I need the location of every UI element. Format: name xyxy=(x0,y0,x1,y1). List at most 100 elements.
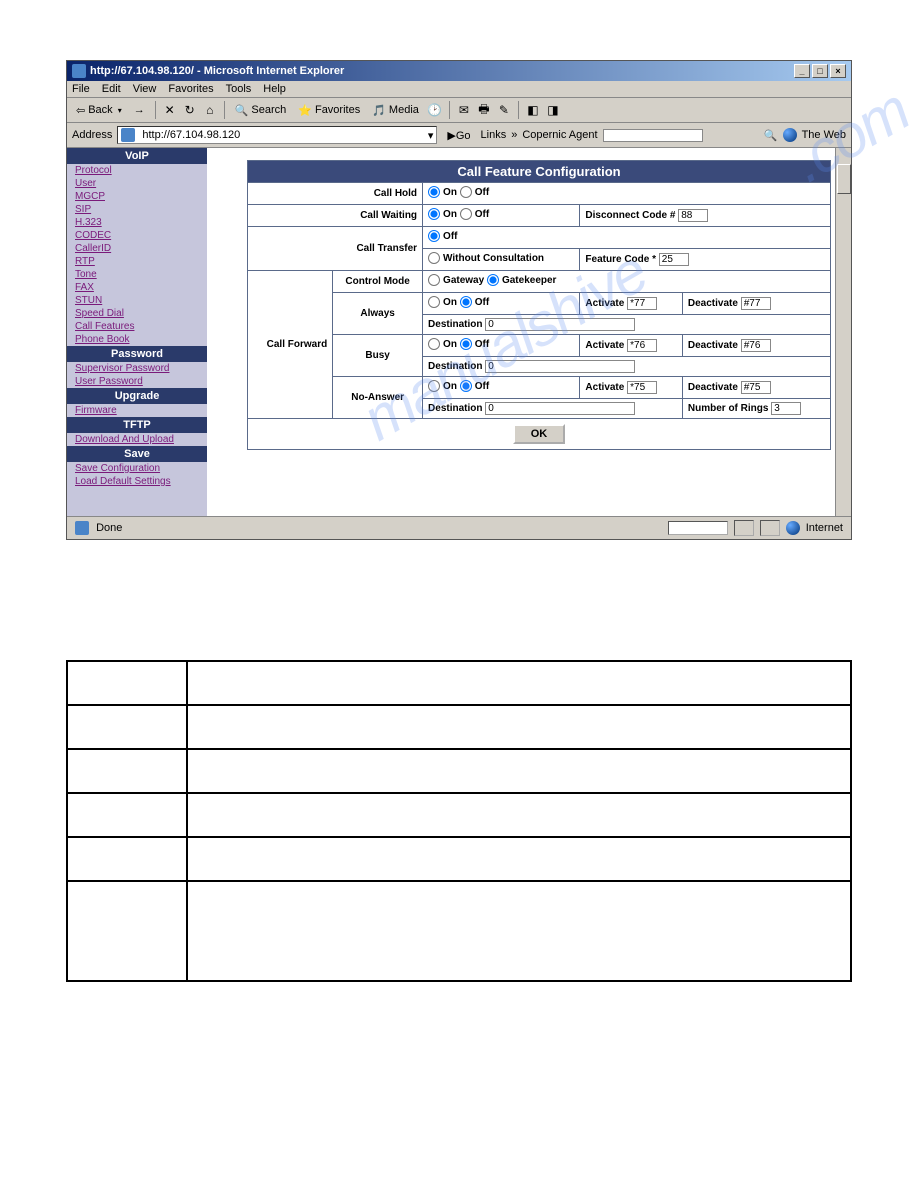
sidebar-header-voip: VoIP xyxy=(67,148,207,164)
web-label[interactable]: The Web xyxy=(802,129,846,141)
history-icon[interactable]: 🕑 xyxy=(427,102,443,118)
status-bar: Done Internet xyxy=(67,516,851,539)
call-hold-label: Call Hold xyxy=(248,183,423,205)
back-button[interactable]: ⇦ Back xyxy=(72,102,126,119)
sidebar-link[interactable]: FAX xyxy=(67,281,207,294)
menu-bar: File Edit View Favorites Tools Help xyxy=(67,81,851,98)
sidebar-link[interactable]: Tone xyxy=(67,268,207,281)
gatekeeper-radio[interactable] xyxy=(487,274,499,286)
globe-icon xyxy=(783,128,797,142)
sidebar-link[interactable]: H.323 xyxy=(67,216,207,229)
num-rings-input[interactable] xyxy=(771,402,801,415)
mail-icon[interactable]: ✉ xyxy=(456,102,472,118)
noans-off[interactable] xyxy=(460,380,472,392)
noans-dest-input[interactable] xyxy=(485,402,635,415)
menu-tools[interactable]: Tools xyxy=(226,83,252,95)
sidebar-link[interactable]: User xyxy=(67,177,207,190)
restore-button[interactable]: □ xyxy=(812,64,828,78)
always-on[interactable] xyxy=(428,296,440,308)
sidebar-link[interactable]: RTP xyxy=(67,255,207,268)
sidebar-link[interactable]: Download And Upload xyxy=(67,433,207,446)
busy-deactivate-input[interactable] xyxy=(741,339,771,352)
always-off[interactable] xyxy=(460,296,472,308)
sidebar-header-tftp: TFTP xyxy=(67,417,207,433)
sidebar-link[interactable]: STUN xyxy=(67,294,207,307)
status-zone: Internet xyxy=(806,522,843,534)
sidebar-link[interactable]: Phone Book xyxy=(67,333,207,346)
home-icon[interactable]: ⌂ xyxy=(202,102,218,118)
sidebar-link[interactable]: Speed Dial xyxy=(67,307,207,320)
status-done: Done xyxy=(96,522,122,534)
form-title: Call Feature Configuration xyxy=(248,161,831,183)
menu-edit[interactable]: Edit xyxy=(102,83,121,95)
busy-off[interactable] xyxy=(460,338,472,350)
menu-favorites[interactable]: Favorites xyxy=(168,83,213,95)
call-waiting-label: Call Waiting xyxy=(248,205,423,227)
refresh-icon[interactable]: ↻ xyxy=(182,102,198,118)
busy-activate-input[interactable] xyxy=(627,339,657,352)
noans-activate-input[interactable] xyxy=(627,381,657,394)
gateway-radio[interactable] xyxy=(428,274,440,286)
go-button[interactable]: ▶Go xyxy=(442,128,475,143)
forward-button[interactable]: → xyxy=(130,102,149,118)
progress-indicator xyxy=(668,521,728,535)
no-answer-label: No-Answer xyxy=(333,377,423,419)
call-hold-on[interactable] xyxy=(428,186,440,198)
menu-file[interactable]: File xyxy=(72,83,90,95)
sidebar-link[interactable]: Firmware xyxy=(67,404,207,417)
sidebar-link[interactable]: Load Default Settings xyxy=(67,475,207,488)
address-input[interactable]: http://67.104.98.120 ▾ xyxy=(117,126,437,144)
call-transfer-off[interactable] xyxy=(428,230,440,242)
minimize-button[interactable]: _ xyxy=(794,64,810,78)
always-activate-input[interactable] xyxy=(627,297,657,310)
call-waiting-off[interactable] xyxy=(460,208,472,220)
agent-label: Copernic Agent xyxy=(522,129,597,141)
noans-deactivate-input[interactable] xyxy=(741,381,771,394)
always-deactivate-input[interactable] xyxy=(741,297,771,310)
edit-icon[interactable]: ✎ xyxy=(496,102,512,118)
ie-icon xyxy=(72,64,86,78)
bottom-table xyxy=(66,660,852,982)
call-waiting-on[interactable] xyxy=(428,208,440,220)
busy-on[interactable] xyxy=(428,338,440,350)
print-icon[interactable]: 🖶 xyxy=(476,102,492,118)
call-hold-off[interactable] xyxy=(460,186,472,198)
extra-icon-1[interactable]: ◧ xyxy=(525,102,541,118)
always-dest-input[interactable] xyxy=(485,318,635,331)
links-label[interactable]: Links xyxy=(481,129,507,141)
address-url: http://67.104.98.120 xyxy=(142,129,424,141)
extra-icon-2[interactable]: ◨ xyxy=(545,102,561,118)
scrollbar[interactable] xyxy=(835,148,851,516)
media-button[interactable]: 🎵Media xyxy=(368,102,423,119)
search-button[interactable]: 🔍Search xyxy=(231,102,291,119)
feature-code-input[interactable] xyxy=(659,253,689,266)
stop-icon[interactable]: ✕ xyxy=(162,102,178,118)
sidebar-link[interactable]: Call Features xyxy=(67,320,207,333)
noans-on[interactable] xyxy=(428,380,440,392)
busy-dest-input[interactable] xyxy=(485,360,635,373)
sidebar-link[interactable]: Supervisor Password xyxy=(67,362,207,375)
done-icon xyxy=(75,521,89,535)
sidebar-link[interactable]: CODEC xyxy=(67,229,207,242)
config-table: Call Feature Configuration Call Hold On … xyxy=(247,160,831,450)
menu-view[interactable]: View xyxy=(133,83,157,95)
call-transfer-without[interactable] xyxy=(428,252,440,264)
close-button[interactable]: × xyxy=(830,64,846,78)
sidebar-header-save: Save xyxy=(67,446,207,462)
busy-label: Busy xyxy=(333,335,423,377)
sidebar-link[interactable]: Protocol xyxy=(67,164,207,177)
ok-button[interactable]: OK xyxy=(513,424,566,444)
sidebar-link[interactable]: CallerID xyxy=(67,242,207,255)
sidebar-link[interactable]: Save Configuration xyxy=(67,462,207,475)
disconnect-code-input[interactable] xyxy=(678,209,708,222)
sidebar-link[interactable]: User Password xyxy=(67,375,207,388)
address-label: Address xyxy=(72,129,112,141)
favorites-button[interactable]: ⭐Favorites xyxy=(294,102,364,119)
sidebar-link[interactable]: MGCP xyxy=(67,190,207,203)
dropdown-icon[interactable]: ▾ xyxy=(428,129,434,142)
menu-help[interactable]: Help xyxy=(263,83,286,95)
agent-input[interactable] xyxy=(603,129,703,142)
title-bar: http://67.104.98.120/ - Microsoft Intern… xyxy=(67,61,851,81)
sidebar-link[interactable]: SIP xyxy=(67,203,207,216)
control-mode-label: Control Mode xyxy=(333,271,423,293)
